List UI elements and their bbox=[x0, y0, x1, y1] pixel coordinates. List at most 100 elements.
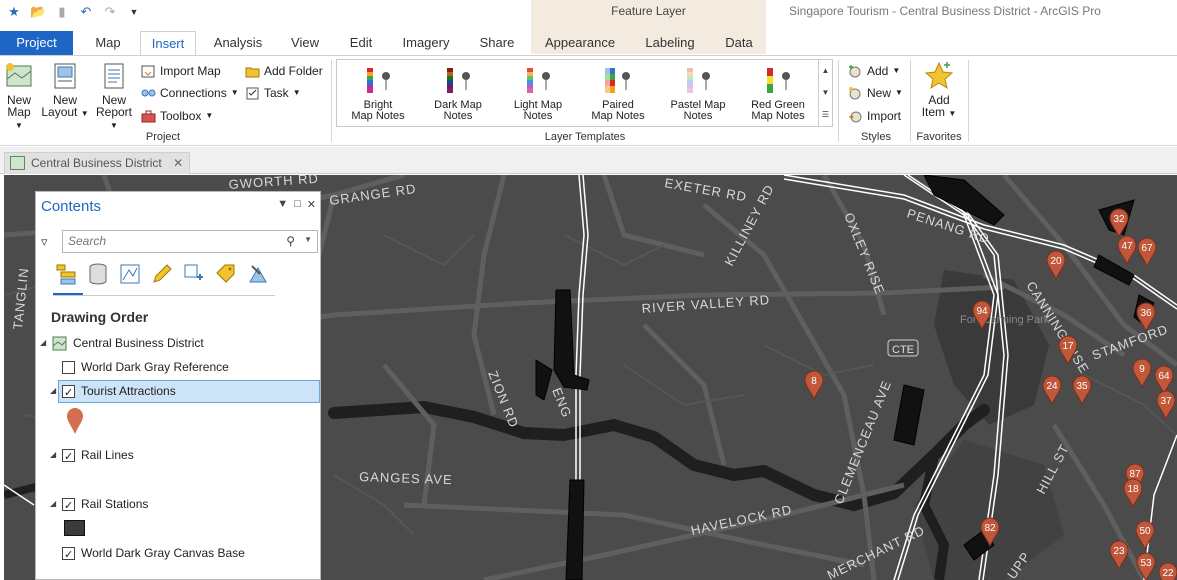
attraction-marker[interactable]: 22 bbox=[1158, 562, 1177, 580]
attraction-id-label: 23 bbox=[1113, 546, 1125, 557]
layer-name: Rail Lines bbox=[81, 448, 134, 462]
layer-visibility-checkbox[interactable] bbox=[62, 360, 75, 374]
new-style-icon bbox=[849, 86, 861, 99]
layer-visibility-checkbox[interactable] bbox=[62, 382, 75, 404]
connections-button[interactable]: Connections ▼ bbox=[141, 84, 239, 102]
attraction-marker[interactable]: 23 bbox=[1109, 540, 1129, 571]
map-node[interactable]: ◢ Central Business District bbox=[40, 332, 204, 354]
attraction-marker[interactable]: 35 bbox=[1072, 375, 1092, 406]
list-by-editing-icon[interactable] bbox=[150, 262, 174, 286]
list-by-snapping-icon[interactable] bbox=[182, 262, 206, 286]
group-separator bbox=[838, 60, 839, 142]
attraction-id-label: 94 bbox=[976, 306, 988, 317]
collapse-arrow-icon[interactable]: ◢ bbox=[50, 493, 56, 515]
tab-share[interactable]: Share bbox=[474, 31, 520, 55]
template-pastel-map-notes[interactable]: Pastel Map Notes bbox=[659, 66, 737, 122]
import-map-button[interactable]: Import Map bbox=[141, 62, 221, 80]
layer-name: Rail Stations bbox=[81, 497, 149, 511]
gallery-scroll-down[interactable]: ▼ bbox=[818, 82, 832, 104]
import-style-button[interactable]: Import bbox=[848, 107, 901, 125]
attraction-id-label: 24 bbox=[1046, 381, 1058, 392]
collapse-arrow-icon[interactable]: ◢ bbox=[50, 444, 56, 466]
template-light-map-notes[interactable]: Light Map Notes bbox=[499, 66, 577, 122]
gallery-expand[interactable]: ☰ bbox=[818, 104, 832, 126]
list-by-drawing-order-icon[interactable] bbox=[54, 262, 78, 286]
template-bright-map-notes[interactable]: Bright Map Notes bbox=[339, 66, 417, 122]
park-label: Fort Canning Park bbox=[960, 314, 1050, 326]
new-map-button[interactable]: New Map ▼ bbox=[2, 61, 36, 132]
map-view-tab-label: Central Business District bbox=[31, 156, 162, 170]
pane-options-icon[interactable]: ▼ bbox=[277, 198, 288, 211]
template-paired-map-notes[interactable]: Paired Map Notes bbox=[579, 66, 657, 122]
template-red-green-map-notes[interactable]: Red Green Map Notes bbox=[739, 66, 817, 122]
new-layout-button[interactable]: New Layout ▼ bbox=[40, 61, 90, 120]
search-icon[interactable]: ⚲ bbox=[286, 234, 295, 248]
tab-view[interactable]: View bbox=[284, 31, 326, 55]
redo-icon[interactable]: ↷ bbox=[102, 4, 118, 20]
attraction-marker[interactable]: 18 bbox=[1123, 478, 1143, 509]
attraction-marker[interactable]: 67 bbox=[1137, 237, 1157, 268]
task-button[interactable]: Task ▼ bbox=[245, 84, 301, 102]
add-folder-button[interactable]: Add Folder bbox=[245, 62, 323, 80]
attraction-marker[interactable]: 37 bbox=[1156, 390, 1176, 421]
attraction-marker[interactable]: 47 bbox=[1117, 235, 1137, 266]
template-dark-map-notes[interactable]: Dark Map Notes bbox=[419, 66, 497, 122]
attraction-id-label: 67 bbox=[1141, 243, 1153, 254]
close-icon[interactable]: ✕ bbox=[307, 198, 316, 211]
maximize-icon[interactable]: □ bbox=[294, 198, 301, 211]
close-icon[interactable]: ✕ bbox=[173, 156, 183, 170]
collapse-arrow-icon[interactable]: ◢ bbox=[40, 332, 46, 354]
attraction-marker[interactable]: 64 bbox=[1154, 365, 1174, 396]
layer-row-rail-stations[interactable]: ◢ Rail Stations bbox=[50, 493, 149, 517]
layer-visibility-checkbox[interactable] bbox=[62, 544, 75, 566]
add-item-button[interactable]: Add Item ▼ bbox=[916, 61, 962, 120]
tab-project[interactable]: Project bbox=[0, 31, 73, 55]
contents-search-box[interactable]: ⚲ ▼ bbox=[62, 230, 318, 253]
attraction-marker[interactable]: 8 bbox=[804, 370, 824, 401]
list-by-labeling-icon[interactable] bbox=[214, 262, 238, 286]
attraction-marker[interactable]: 20 bbox=[1046, 250, 1066, 281]
search-options-icon[interactable]: ▼ bbox=[304, 235, 312, 244]
attraction-marker[interactable]: 50 bbox=[1135, 520, 1155, 551]
tab-appearance[interactable]: Appearance bbox=[540, 31, 620, 55]
attraction-id-label: 18 bbox=[1127, 484, 1139, 495]
road-label: CTE bbox=[892, 344, 914, 356]
search-input[interactable] bbox=[68, 231, 278, 251]
toolbox-label: Toolbox bbox=[160, 109, 202, 123]
layer-row-tourist-attractions[interactable]: ◢ Tourist Attractions bbox=[50, 380, 176, 404]
toolbar-divider bbox=[53, 295, 275, 296]
tab-imagery[interactable]: Imagery bbox=[398, 31, 454, 55]
collapse-arrow-icon[interactable]: ◢ bbox=[50, 380, 56, 402]
red-green-map-notes-icon bbox=[767, 68, 790, 93]
add-style-button[interactable]: Add ▼ bbox=[848, 62, 900, 80]
list-by-perspective-imagery-icon[interactable] bbox=[246, 262, 270, 286]
gallery-scroll-up[interactable]: ▲ bbox=[818, 60, 832, 82]
tab-data[interactable]: Data bbox=[721, 31, 757, 55]
new-report-button[interactable]: New Report ▼ bbox=[92, 61, 136, 132]
open-project-icon[interactable]: 📂 bbox=[30, 4, 46, 20]
save-icon[interactable]: ▮ bbox=[54, 4, 70, 20]
layer-row-world-dark-gray-reference[interactable]: World Dark Gray Reference bbox=[62, 356, 229, 378]
list-by-source-icon[interactable] bbox=[86, 262, 110, 286]
tab-insert[interactable]: Insert bbox=[140, 31, 196, 56]
attraction-marker[interactable]: 32 bbox=[1109, 208, 1129, 239]
tab-edit[interactable]: Edit bbox=[343, 31, 379, 55]
layer-visibility-checkbox[interactable] bbox=[62, 446, 75, 468]
tab-labeling[interactable]: Labeling bbox=[642, 31, 698, 55]
toolbox-button[interactable]: Toolbox ▼ bbox=[141, 107, 213, 125]
attraction-marker[interactable]: 24 bbox=[1042, 375, 1062, 406]
attraction-marker[interactable]: 9 bbox=[1132, 358, 1152, 389]
layer-row-world-dark-gray-canvas-base[interactable]: World Dark Gray Canvas Base bbox=[62, 542, 245, 566]
new-project-icon[interactable]: ★ bbox=[6, 4, 22, 20]
new-style-button[interactable]: New ▼ bbox=[848, 84, 903, 102]
attraction-id-label: 87 bbox=[1129, 469, 1141, 480]
undo-icon[interactable]: ↶ bbox=[78, 4, 94, 20]
list-by-selection-icon[interactable] bbox=[118, 262, 142, 286]
layer-row-rail-lines[interactable]: ◢ Rail Lines bbox=[50, 444, 134, 468]
tab-map[interactable]: Map bbox=[86, 31, 130, 55]
layer-visibility-checkbox[interactable] bbox=[62, 495, 75, 517]
map-view-tab[interactable]: Central Business District ✕ bbox=[4, 152, 191, 174]
filter-icon[interactable]: ▿ bbox=[41, 234, 48, 250]
customize-toolbar-icon[interactable]: ▼ bbox=[126, 4, 142, 20]
tab-analysis[interactable]: Analysis bbox=[208, 31, 268, 55]
